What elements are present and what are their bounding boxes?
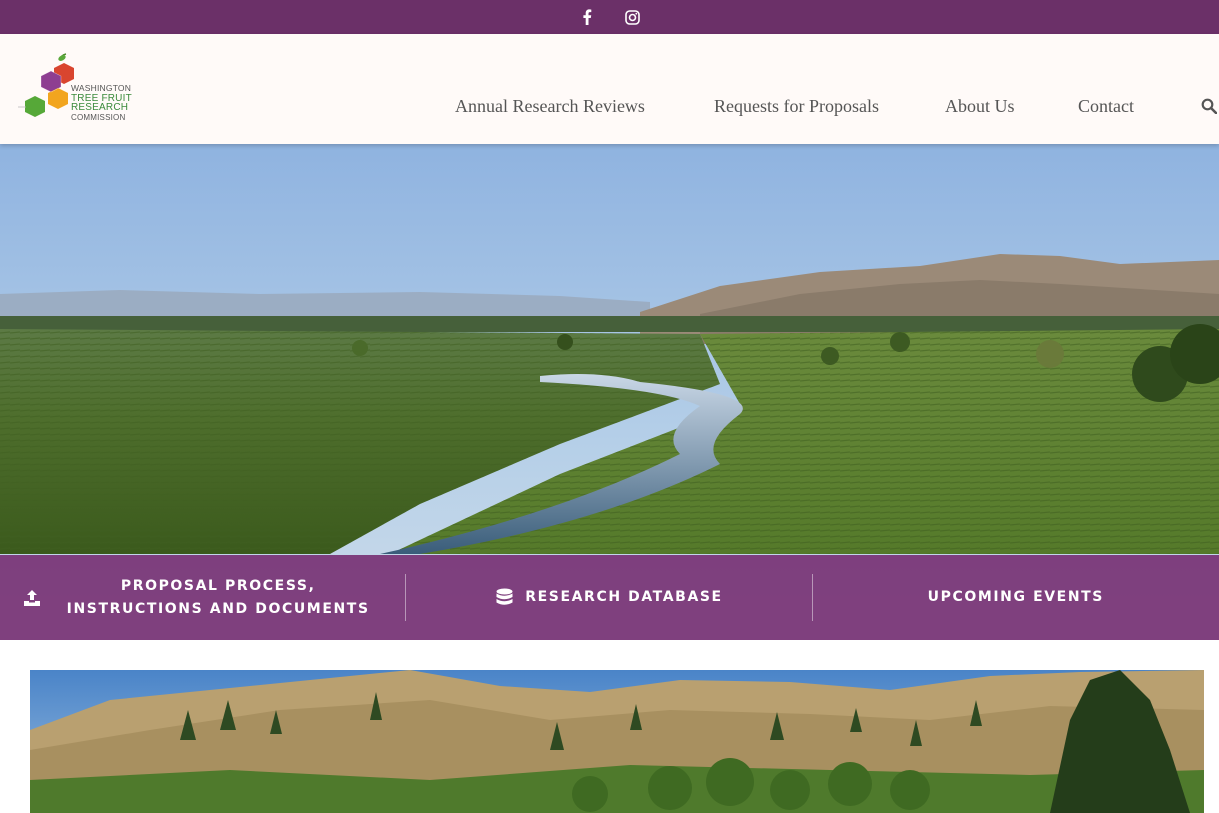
nav-contact[interactable]: Contact	[1078, 96, 1134, 117]
research-database-label: RESEARCH DATABASE	[525, 589, 723, 605]
logo-line-3: RESEARCH	[71, 102, 129, 113]
social-bar	[0, 0, 1219, 34]
proposal-process-label: PROPOSAL PROCESS, INSTRUCTIONS AND DOCUM…	[66, 577, 370, 617]
facebook-icon[interactable]	[579, 9, 595, 25]
site-header: WASHINGTON TREE FRUIT RESEARCH COMMISSIO…	[0, 34, 1219, 144]
logo-text: WASHINGTON TREE FRUIT RESEARCH COMMISSIO…	[71, 83, 132, 122]
logo-line-4: COMMISSION	[71, 112, 126, 122]
research-database-link[interactable]: RESEARCH DATABASE	[406, 555, 813, 640]
feature-image	[30, 670, 1204, 813]
upload-icon	[23, 589, 41, 607]
logo-hexagons-icon	[18, 53, 74, 117]
proposal-process-link[interactable]: PROPOSAL PROCESS, INSTRUCTIONS AND DOCUM…	[0, 555, 407, 640]
action-band: PROPOSAL PROCESS, INSTRUCTIONS AND DOCUM…	[0, 555, 1219, 640]
search-icon[interactable]	[1201, 98, 1218, 115]
instagram-icon[interactable]	[625, 9, 641, 25]
nav-requests-for-proposals[interactable]: Requests for Proposals	[714, 96, 879, 117]
upcoming-events-link[interactable]: UPCOMING EVENTS	[813, 555, 1219, 640]
upcoming-events-label: UPCOMING EVENTS	[927, 589, 1104, 605]
nav-annual-research-reviews[interactable]: Annual Research Reviews	[455, 96, 645, 117]
logo[interactable]: WASHINGTON TREE FRUIT RESEARCH COMMISSIO…	[18, 50, 143, 130]
database-icon	[496, 588, 513, 608]
nav-about-us[interactable]: About Us	[945, 96, 1015, 117]
